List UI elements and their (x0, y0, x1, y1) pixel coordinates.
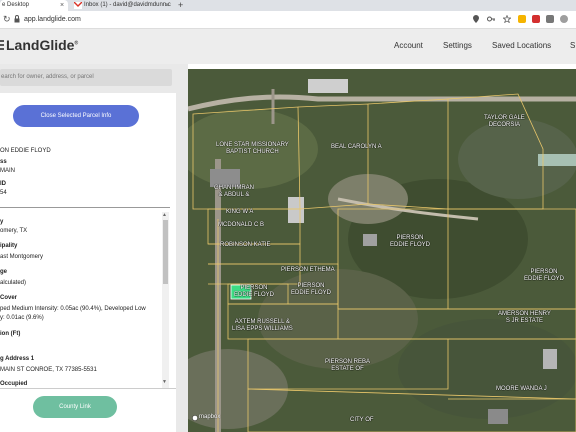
divider (0, 207, 170, 208)
mailing-address-value: MAIN ST CONROE, TX 77385-5531 (0, 367, 97, 373)
county-link-button[interactable]: County Link (33, 396, 117, 418)
occupied-label: Occupied (0, 381, 28, 387)
mapbox-attribution[interactable]: mapbox (199, 414, 220, 420)
scroll-up-icon[interactable]: ▲ (162, 212, 167, 218)
browser-toolbar: ↻ app.landglide.com (0, 11, 576, 29)
land-cover-value: ped Medium Intensity: 0.05ac (90.4%), De… (0, 306, 146, 312)
url-bar[interactable]: app.landglide.com (24, 13, 81, 26)
nav-more[interactable]: S (570, 41, 575, 50)
lock-icon (14, 15, 20, 23)
parcel-label[interactable]: MOORE WANDA J (496, 386, 547, 393)
browser-tab-inbox[interactable]: Inbox (1) - david@davidmdunn.c (70, 0, 172, 11)
address-value: MAIN (0, 168, 15, 174)
land-cover-value-2: y: 0.01ac (9.6%) (0, 315, 44, 321)
parcel-label[interactable]: TAYLOR GALE DECORSIA (484, 115, 525, 129)
tab-title: Inbox (1) - david@davidmdunn.c (84, 2, 171, 8)
parcel-label[interactable]: PIERSON EDDIE FLOYD (291, 283, 331, 297)
parcel-id-label: ID (0, 181, 6, 187)
parcel-label[interactable]: AMERSON HENRY S JR ESTATE (498, 311, 551, 325)
location-icon[interactable] (472, 15, 480, 23)
scrollbar-thumb[interactable] (163, 220, 168, 284)
parcel-label[interactable]: PIERSON EDDIE FLOYD (234, 285, 274, 299)
acreage-label: ge (0, 269, 8, 275)
owner-value: ON EDDIE FLOYD (0, 148, 51, 154)
parcel-label[interactable]: BEAL CAROLYN A (331, 144, 382, 151)
mailing-address-label: g Address 1 (0, 356, 35, 362)
search-input[interactable]: earch for owner, address, or parcel (0, 69, 172, 86)
parcel-label[interactable]: KING W A (226, 209, 253, 216)
key-icon[interactable] (487, 15, 495, 23)
satellite-map[interactable]: LONE STAR MISSIONARY BAPTIST CHURCH BEAL … (188, 69, 576, 432)
puzzle-icon[interactable] (546, 15, 554, 23)
browser-tab-landglide[interactable]: e Desktop (0, 0, 68, 11)
county-label: y (0, 219, 4, 225)
acreage-value: alculated) (0, 280, 27, 286)
nav-account[interactable]: Account (394, 41, 423, 50)
close-parcel-info-button[interactable]: Close Selected Parcel Info (13, 105, 139, 127)
tab-close-icon[interactable]: × (60, 0, 64, 11)
mapbox-logo-icon (192, 415, 198, 421)
parcel-label[interactable]: ROBINSON KATIE (220, 242, 271, 249)
parcel-label[interactable]: CITY OF (350, 417, 374, 424)
nav-settings[interactable]: Settings (443, 41, 472, 50)
nav-saved-locations[interactable]: Saved Locations (492, 41, 551, 50)
browser-tabstrip: e Desktop × Inbox (1) - david@davidmdunn… (0, 0, 576, 11)
parcel-label[interactable]: PIERSON EDDIE FLOYD (524, 269, 564, 283)
divider (0, 388, 176, 389)
scroll-down-icon[interactable]: ▼ (162, 379, 167, 385)
gmail-icon (74, 2, 82, 9)
app-header: LandGlide® Account Settings Saved Locati… (0, 29, 576, 64)
parcel-id-value: 54 (0, 190, 7, 196)
reload-icon[interactable]: ↻ (3, 13, 11, 26)
new-tab-button[interactable]: + (178, 0, 183, 11)
landglide-logo[interactable]: LandGlide® (6, 37, 78, 53)
logo-text: LandGlide (6, 37, 75, 53)
logo-mark: ® (74, 40, 79, 47)
parcel-label[interactable]: AXTEM RUSSELL & LISA EPPS WILLIAMS (232, 319, 293, 333)
parcel-label[interactable]: LONE STAR MISSIONARY BAPTIST CHURCH (216, 142, 289, 156)
bookmark-star-icon[interactable] (503, 15, 511, 23)
address-label: ss (0, 159, 7, 165)
land-cover-label: Cover (0, 295, 18, 301)
pdf-extension-icon[interactable] (532, 15, 540, 23)
municipality-label: ipality (0, 243, 18, 249)
parcel-label[interactable]: GHANI IMRAN & ABDUL & (214, 185, 254, 199)
profile-avatar[interactable] (560, 15, 568, 23)
parcel-label[interactable]: MCDONALD C B (218, 222, 264, 229)
parcel-label[interactable]: PIERSON EDDIE FLOYD (390, 235, 430, 249)
parcel-label[interactable]: PIERSON ETHEMA (281, 267, 335, 274)
tab-close-icon[interactable]: × (165, 0, 169, 11)
menu-icon[interactable] (0, 39, 5, 51)
extension-icon[interactable] (518, 15, 526, 23)
search-placeholder: earch for owner, address, or parcel (1, 74, 94, 80)
municipality-value: ast Montgomery (0, 254, 44, 260)
tab-title: e Desktop (2, 2, 30, 8)
elevation-label: ion (Ft) (0, 331, 21, 337)
parcel-label[interactable]: PIERSON REBA ESTATE OF (325, 359, 370, 373)
county-value: omery, TX (0, 228, 28, 234)
